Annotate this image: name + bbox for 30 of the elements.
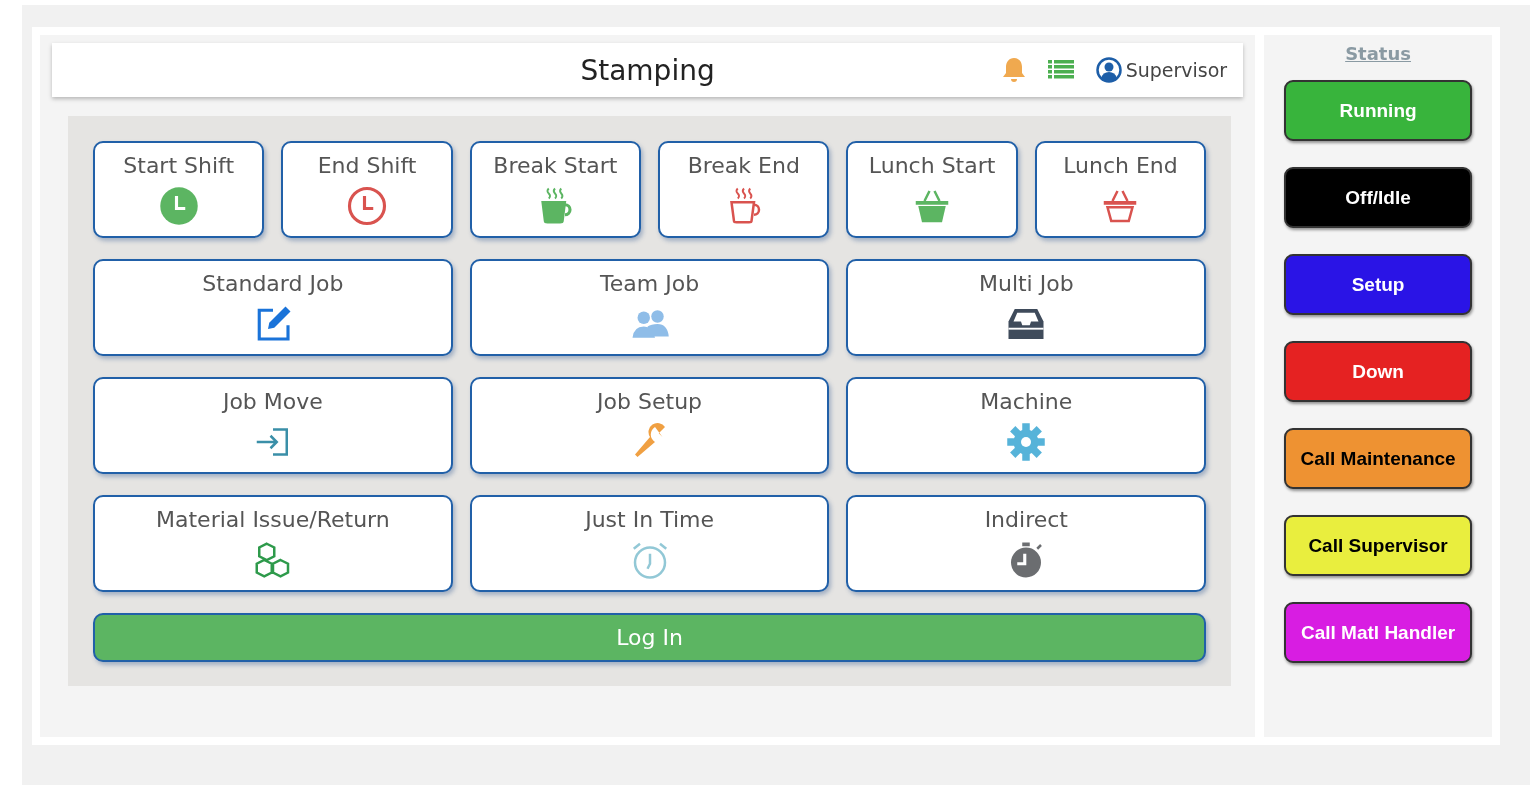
- user-name: Supervisor: [1125, 59, 1228, 81]
- status-button[interactable]: Call Matl Handler: [1284, 602, 1473, 663]
- action-tile[interactable]: End Shift: [281, 141, 453, 238]
- action-tile[interactable]: Job Setup: [469, 377, 830, 474]
- status-title: Status: [1345, 43, 1411, 64]
- action-tile[interactable]: Lunch End: [1034, 141, 1207, 238]
- status-button[interactable]: Call Supervisor: [1284, 515, 1473, 576]
- clock-icon: [158, 186, 199, 226]
- status-button[interactable]: Off/Idle: [1284, 167, 1473, 228]
- action-tile[interactable]: Standard Job: [93, 259, 453, 356]
- action-tile[interactable]: Material Issue/Return: [93, 495, 453, 592]
- action-tile[interactable]: Indirect: [846, 495, 1207, 592]
- user-icon[interactable]: [1095, 57, 1122, 83]
- action-tile[interactable]: Multi Job: [846, 259, 1207, 356]
- action-tile[interactable]: Start Shift: [93, 141, 265, 238]
- status-button[interactable]: Setup: [1284, 254, 1473, 315]
- action-tile[interactable]: Just In Time: [469, 495, 830, 592]
- clock-icon: [347, 186, 388, 226]
- action-tile[interactable]: Break Start: [469, 141, 642, 238]
- action-tile[interactable]: Team Job: [469, 259, 830, 356]
- bell-icon[interactable]: [1001, 57, 1026, 83]
- action-tile[interactable]: Lunch Start: [846, 141, 1018, 238]
- action-tile[interactable]: Job Move: [93, 377, 453, 474]
- status-button[interactable]: Down: [1284, 341, 1473, 402]
- list-icon[interactable]: [1047, 60, 1074, 80]
- page-title: Stamping: [580, 53, 715, 87]
- action-tile[interactable]: Machine: [846, 377, 1207, 474]
- action-tile[interactable]: Break End: [658, 141, 830, 238]
- status-button[interactable]: Call Maintenance: [1284, 428, 1473, 489]
- gear-icon: [1006, 422, 1047, 462]
